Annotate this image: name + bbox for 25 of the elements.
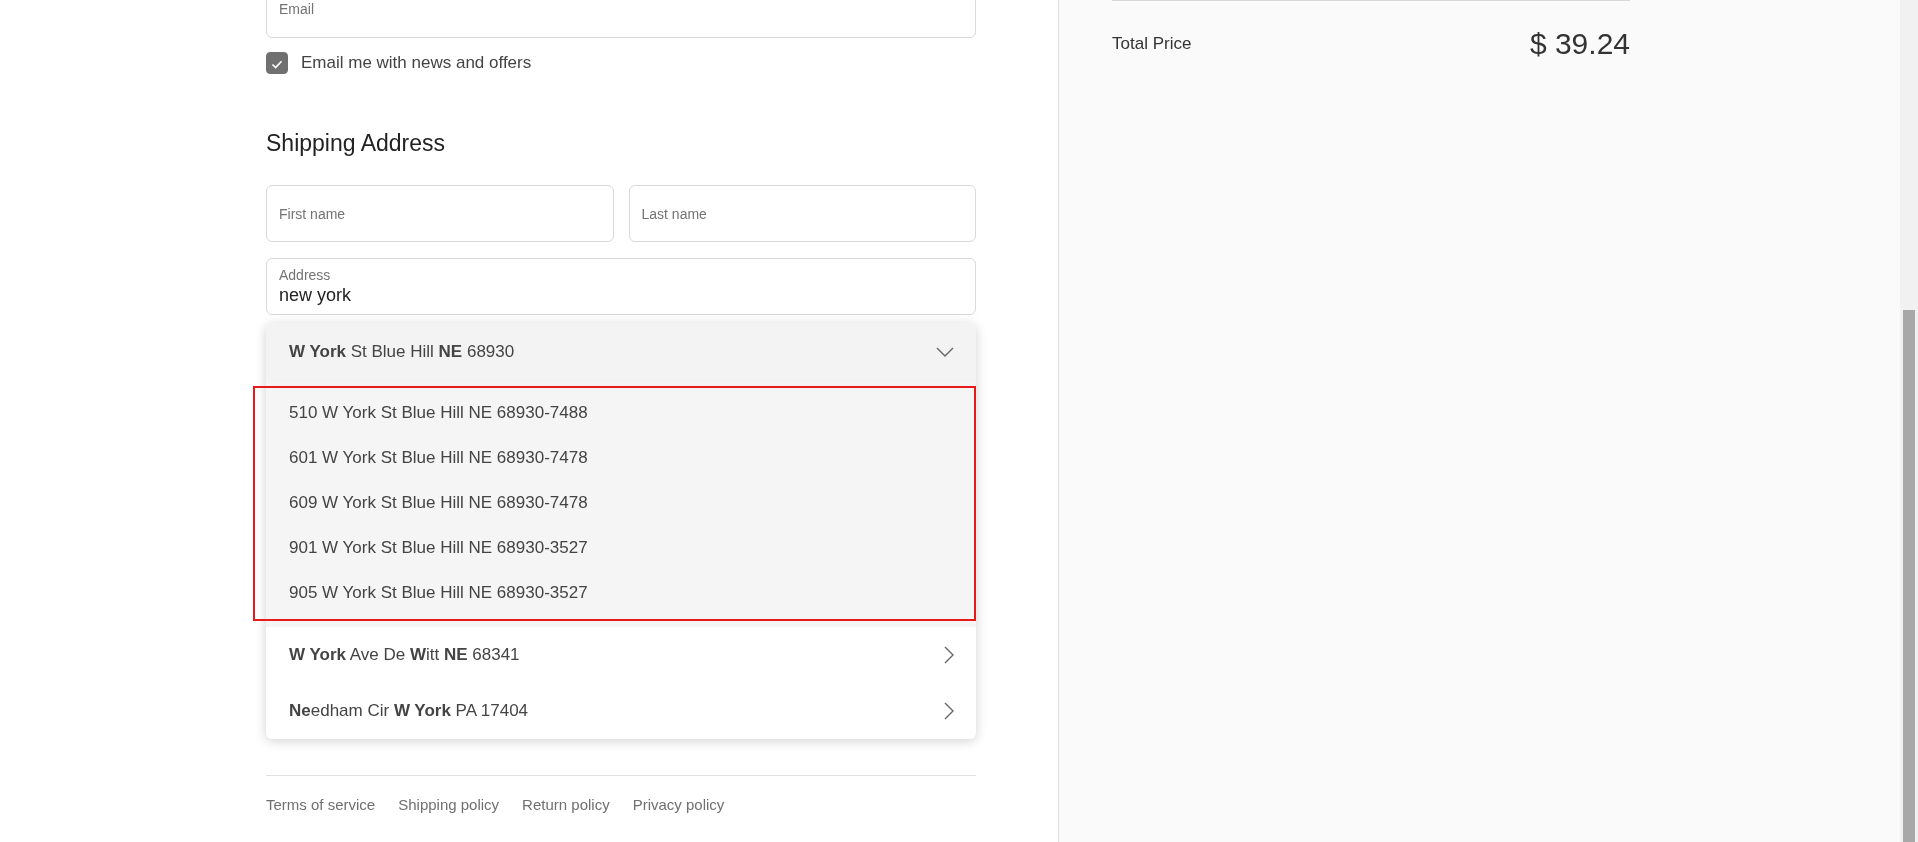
address-option[interactable]: 905 W York St Blue Hill NE 68930-3527 <box>266 570 976 615</box>
suggestion-item[interactable]: Needham Cir W York PA 17404 <box>266 683 976 739</box>
address-field[interactable]: Address new york <box>266 258 976 315</box>
footer-link[interactable]: Terms of service <box>266 796 376 813</box>
chevron-down-icon <box>936 347 954 357</box>
total-label: Total Price <box>1112 34 1192 54</box>
first-name-field[interactable]: First name <box>266 185 614 242</box>
address-option[interactable]: 609 W York St Blue Hill NE 68930-7478 <box>266 480 976 525</box>
address-option[interactable]: 510 W York St Blue Hill NE 68930-7488 <box>266 390 976 435</box>
scrollbar-thumb[interactable] <box>1903 310 1915 842</box>
suggestion-item[interactable]: W York Ave De Witt NE 68341 <box>266 627 976 683</box>
last-name-field[interactable]: Last name <box>628 185 976 242</box>
section-heading: Shipping Address <box>266 130 446 157</box>
chevron-right-icon <box>944 646 954 664</box>
email-field[interactable]: Email <box>266 0 976 38</box>
newsletter-checkbox[interactable] <box>266 52 288 74</box>
suggestion-item[interactable]: W York St Blue Hill NE 68930 <box>266 323 976 381</box>
newsletter-label: Email me with news and offers <box>301 53 532 73</box>
total-price: $ 39.24 <box>1529 27 1630 61</box>
footer-link[interactable]: Return policy <box>522 796 610 813</box>
footer-link[interactable]: Shipping policy <box>398 796 500 813</box>
chevron-right-icon <box>944 702 954 720</box>
address-option[interactable]: 901 W York St Blue Hill NE 68930-3527 <box>266 525 976 570</box>
address-option[interactable]: 601 W York St Blue Hill NE 68930-7478 <box>266 435 976 480</box>
footer-link[interactable]: Privacy policy <box>632 796 725 813</box>
